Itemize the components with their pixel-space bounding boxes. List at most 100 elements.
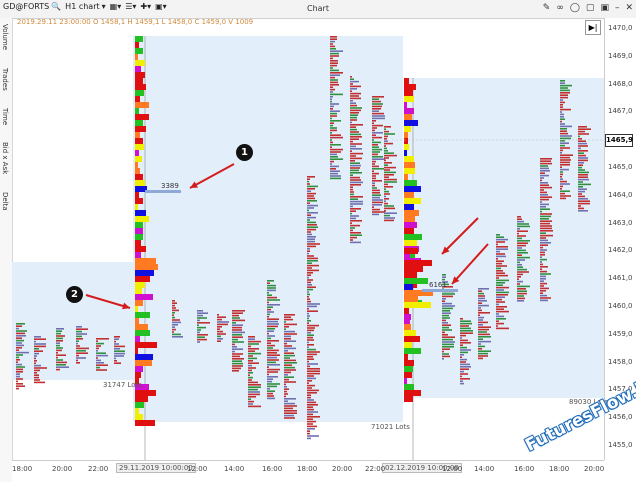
footprint-bar — [267, 292, 269, 294]
footprint-bar — [76, 333, 87, 335]
footprint-bar — [350, 162, 360, 164]
footprint-bar — [384, 202, 388, 205]
footprint-bar — [307, 260, 318, 262]
footprint-bar — [56, 349, 62, 352]
footprint-bar — [460, 332, 473, 334]
price-tick-label: 1465,0 — [608, 163, 633, 171]
footprint-bar — [496, 306, 507, 308]
footprint-bar — [114, 340, 116, 343]
footprint-bar — [560, 92, 570, 94]
camera-icon[interactable]: ◯ — [570, 3, 580, 13]
draw-icon[interactable]: ✎ — [543, 3, 551, 13]
sidebar-tab-volume[interactable]: Volume — [1, 24, 9, 50]
footprint-bar — [442, 350, 444, 353]
time-tick-label: 12:00 — [442, 465, 463, 473]
sidebar-tab-trades[interactable]: Trades — [1, 68, 9, 91]
footprint-bar — [172, 304, 175, 307]
footprint-bar — [517, 259, 525, 261]
footprint-bar — [267, 383, 280, 385]
footprint-bar — [284, 328, 286, 330]
lock-icon[interactable]: ▣ — [600, 3, 609, 13]
cluster-cell — [135, 390, 156, 396]
footprint-bar — [540, 215, 551, 218]
time-tick-label: 16:00 — [514, 465, 535, 473]
time-axis[interactable]: 29.11.2019 10:00:00 02.12.2019 10:00:00 … — [12, 460, 604, 483]
footprint-bar — [496, 291, 509, 294]
footprint-bar — [560, 113, 564, 116]
close-icon[interactable]: ✕ — [625, 3, 633, 13]
cluster-cell — [135, 108, 139, 114]
cluster-cell — [404, 360, 414, 366]
footprint-bar — [330, 120, 341, 122]
footprint-bar — [517, 252, 528, 254]
footprint-bar — [330, 151, 341, 153]
footprint-bar — [560, 156, 570, 159]
footprint-bar — [16, 385, 25, 387]
cluster-chart[interactable] — [12, 18, 604, 460]
footprint-bar — [350, 215, 359, 217]
footprint-bar — [307, 269, 319, 272]
footprint-bar — [540, 282, 547, 285]
link-icon[interactable]: ∞ — [556, 3, 564, 13]
sidebar-tab-bid-ask[interactable]: Bid x Ask — [1, 142, 9, 174]
cluster-cell — [404, 234, 422, 240]
footprint-bar — [460, 375, 462, 378]
cluster-cell — [404, 132, 408, 138]
footprint-bar — [330, 144, 341, 146]
cluster-cell — [404, 102, 407, 108]
cluster-cell — [135, 246, 146, 252]
footprint-bar — [517, 264, 522, 266]
sidebar-tab-time[interactable]: Time — [1, 108, 9, 125]
callout-marker-1: 1 — [236, 144, 253, 161]
footprint-bar — [372, 124, 383, 127]
footprint-bar — [540, 266, 548, 268]
footprint-bar — [267, 301, 269, 304]
footprint-bar — [350, 92, 361, 95]
cluster-cell — [404, 210, 419, 216]
footprint-bar — [560, 94, 568, 96]
cluster-cell — [404, 84, 416, 90]
window-icon[interactable]: ▢ — [586, 3, 595, 13]
footprint-bar — [56, 330, 62, 332]
footprint-bar — [307, 312, 309, 315]
footprint-bar — [372, 170, 374, 172]
footprint-bar — [248, 336, 255, 338]
footprint-bar — [217, 328, 220, 330]
footprint-bar — [350, 116, 357, 119]
footprint-bar — [540, 198, 549, 201]
footprint-bar — [540, 268, 542, 270]
footprint-bar — [16, 330, 27, 332]
footprint-bar — [578, 150, 588, 152]
footprint-bar — [307, 324, 319, 327]
footprint-bar — [478, 319, 483, 321]
footprint-bar — [307, 240, 315, 243]
sidebar-tab-delta[interactable]: Delta — [1, 192, 9, 211]
footprint-bar — [372, 100, 381, 103]
cluster-cell — [404, 272, 417, 278]
panel-toggle-button[interactable]: ▶| — [585, 20, 601, 35]
footprint-bar — [578, 174, 588, 176]
footprint-bar — [307, 418, 313, 420]
footprint-bar — [232, 353, 243, 355]
footprint-bar — [540, 210, 542, 213]
footprint-bar — [460, 351, 468, 354]
footprint-bar — [307, 248, 310, 250]
footprint-bar — [284, 352, 294, 354]
profile-volume-label-2: 6161 — [429, 281, 447, 289]
footprint-bar — [267, 397, 275, 400]
footprint-bar — [478, 333, 490, 336]
footprint-bar — [197, 331, 200, 334]
footprint-bar — [578, 140, 586, 142]
footprint-bar — [197, 319, 200, 322]
minimize-icon[interactable]: – — [615, 3, 620, 13]
cluster-cell — [404, 366, 413, 372]
footprint-bar — [96, 359, 101, 362]
footprint-bar — [267, 368, 280, 371]
footprint-bar — [350, 88, 357, 90]
footprint-bar — [172, 309, 179, 312]
time-tick-label: 14:00 — [224, 465, 245, 473]
footprint-bar — [56, 342, 60, 344]
cluster-cell — [135, 222, 143, 228]
footprint-bar — [540, 206, 546, 208]
footprint-bar — [307, 262, 312, 264]
